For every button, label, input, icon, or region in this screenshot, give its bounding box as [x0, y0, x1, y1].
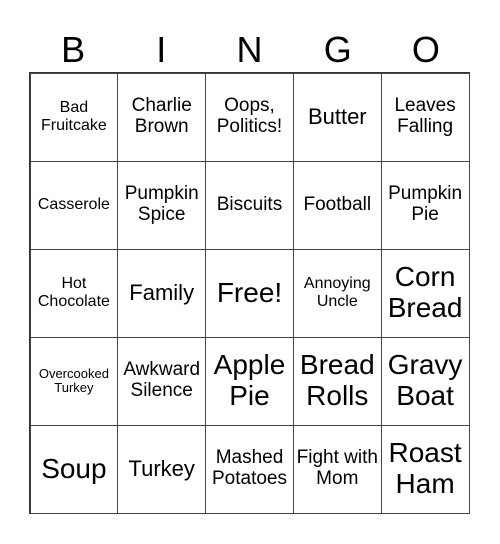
bingo-cell[interactable]: Leaves Falling [380, 72, 470, 162]
bingo-header: B I N G O [29, 28, 470, 72]
bingo-cell[interactable]: Soup [29, 424, 119, 514]
bingo-cell[interactable]: Pumpkin Spice [117, 160, 207, 250]
header-letter: G [323, 29, 352, 70]
bingo-cell[interactable]: Butter [292, 72, 382, 162]
bingo-cell[interactable]: Annoying Uncle [292, 248, 382, 338]
bingo-cell[interactable]: Hot Chocolate [29, 248, 119, 338]
bingo-cell[interactable]: Charlie Brown [117, 72, 207, 162]
header-letter: N [236, 29, 263, 70]
bingo-cell[interactable]: Overcooked Turkey [29, 336, 119, 426]
bingo-cell[interactable]: Awkward Silence [117, 336, 207, 426]
bingo-cell[interactable]: Family [117, 248, 207, 338]
bingo-cell[interactable]: Roast Ham [380, 424, 470, 514]
header-letter: O [411, 29, 440, 70]
header-letter: I [156, 29, 167, 70]
bingo-cell[interactable]: Fight with Mom [292, 424, 382, 514]
bingo-cell[interactable]: Bad Fruitcake [29, 72, 119, 162]
bingo-cell[interactable]: Apple Pie [205, 336, 294, 426]
bingo-cell[interactable]: Bread Rolls [292, 336, 382, 426]
bingo-cell[interactable]: Biscuits [205, 160, 294, 250]
bingo-cell[interactable]: Pumpkin Pie [380, 160, 470, 250]
bingo-cell[interactable]: Casserole [29, 160, 119, 250]
header-letter: B [61, 29, 86, 70]
bingo-grid: Bad Fruitcake Charlie Brown Oops, Politics… [29, 72, 470, 514]
free-space-cell[interactable]: Free! [205, 248, 294, 338]
bingo-cell[interactable]: Mashed Potatoes [205, 424, 294, 514]
bingo-cell[interactable]: Football [292, 160, 382, 250]
bingo-cell[interactable]: Gravy Boat [380, 336, 470, 426]
bingo-cell[interactable]: Corn Bread [380, 248, 470, 338]
bingo-cell[interactable]: Turkey [117, 424, 207, 514]
bingo-cell[interactable]: Oops, Politics! [205, 72, 294, 162]
